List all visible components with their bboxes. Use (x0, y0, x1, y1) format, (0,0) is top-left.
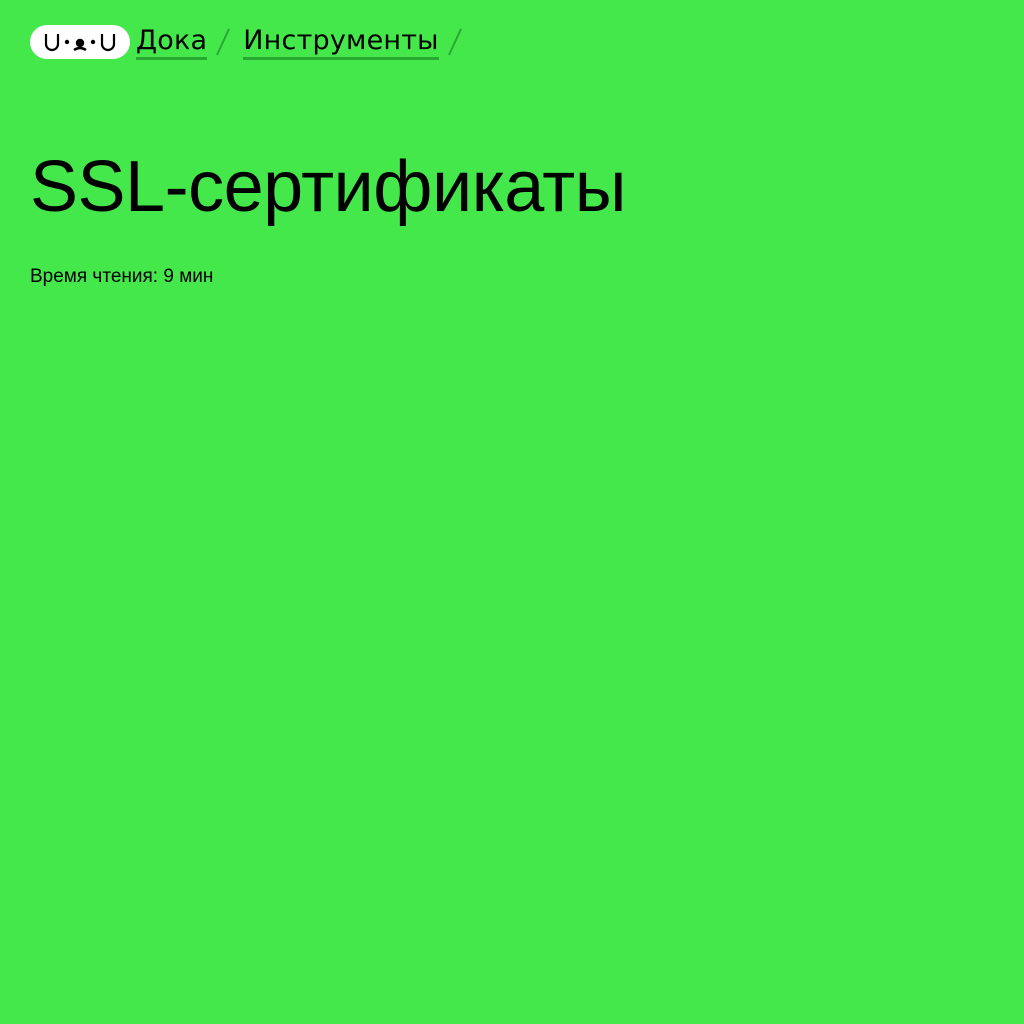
breadcrumb-link-instruments[interactable]: Инструменты (243, 25, 439, 60)
breadcrumb-link-doka[interactable]: Дока (136, 25, 208, 60)
reading-time: Время чтения: 9 мин (30, 266, 214, 287)
site-logo-link[interactable] (30, 25, 130, 59)
breadcrumb-separator-icon (447, 27, 463, 57)
page-title: SSL-сертификаты (30, 147, 627, 227)
breadcrumb-separator-icon (215, 27, 231, 57)
doka-logo-icon (44, 34, 116, 52)
breadcrumb: Дока Инструменты (30, 22, 469, 62)
